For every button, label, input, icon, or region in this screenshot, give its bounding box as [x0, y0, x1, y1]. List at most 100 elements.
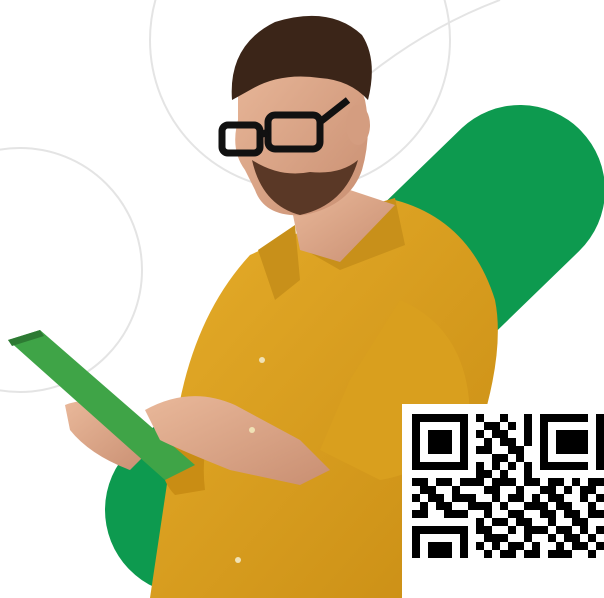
qr-module [524, 502, 532, 510]
qr-module [412, 414, 420, 422]
qr-module [564, 446, 572, 454]
qr-module [500, 518, 508, 526]
qr-module [444, 542, 452, 550]
qr-module [524, 438, 532, 446]
qr-module [564, 502, 572, 510]
qr-module [476, 518, 484, 526]
qr-module [444, 462, 452, 470]
qr-module [428, 526, 436, 534]
qr-module [556, 430, 564, 438]
qr-module [492, 462, 500, 470]
qr-module [460, 542, 468, 550]
qr-module [540, 414, 548, 422]
qr-module [548, 478, 556, 486]
qr-module [508, 526, 516, 534]
qr-module [428, 462, 436, 470]
qr-module [532, 550, 540, 558]
qr-module [484, 534, 492, 542]
qr-module [548, 510, 556, 518]
qr-module [476, 430, 484, 438]
qr-module [428, 550, 436, 558]
qr-module [476, 526, 484, 534]
qr-module [436, 526, 444, 534]
qr-module [484, 438, 492, 446]
qr-module [548, 518, 556, 526]
qr-module [564, 430, 572, 438]
qr-module [460, 414, 468, 422]
qr-module [436, 462, 444, 470]
qr-module [420, 526, 428, 534]
qr-module [436, 430, 444, 438]
qr-module [444, 438, 452, 446]
qr-module [524, 414, 532, 422]
qr-module [436, 494, 444, 502]
qr-module [524, 550, 532, 558]
qr-module [516, 518, 524, 526]
qr-module [460, 462, 468, 470]
qr-module [420, 478, 428, 486]
qr-module [444, 446, 452, 454]
qr-module [532, 478, 540, 486]
qr-module [572, 518, 580, 526]
qr-module [596, 446, 604, 454]
qr-module [572, 542, 580, 550]
qr-module [556, 494, 564, 502]
qr-module [572, 446, 580, 454]
qr-module [412, 438, 420, 446]
qr-module [412, 534, 420, 542]
qr-module [444, 430, 452, 438]
qr-module [548, 486, 556, 494]
qr-module [412, 454, 420, 462]
qr-module [452, 486, 460, 494]
qr-module [564, 550, 572, 558]
qr-module [508, 438, 516, 446]
qr-module [532, 494, 540, 502]
qr-module [476, 462, 484, 470]
qr-module [412, 422, 420, 430]
qr-module [444, 526, 452, 534]
qr-module [460, 550, 468, 558]
qr-module [500, 534, 508, 542]
qr-module [420, 502, 428, 510]
qr-module [412, 462, 420, 470]
qr-module [556, 526, 564, 534]
qr-module [492, 534, 500, 542]
qr-module [572, 534, 580, 542]
qr-module [492, 422, 500, 430]
qr-module [572, 510, 580, 518]
qr-module [428, 438, 436, 446]
qr-module [500, 470, 508, 478]
qr-module [476, 542, 484, 550]
qr-module [564, 486, 572, 494]
qr-module [548, 534, 556, 542]
qr-module [540, 438, 548, 446]
ear [346, 105, 370, 145]
qr-module [452, 526, 460, 534]
qr-module [500, 478, 508, 486]
qr-module [476, 414, 484, 422]
qr-module [460, 494, 468, 502]
qr-module [564, 534, 572, 542]
qr-module [596, 462, 604, 470]
decorative-arc-top-right [349, 0, 501, 91]
qr-module [500, 550, 508, 558]
qr-module [428, 446, 436, 454]
qr-module [500, 502, 508, 510]
qr-module [588, 486, 596, 494]
qr-module [540, 422, 548, 430]
qr-module [492, 486, 500, 494]
qr-module [516, 446, 524, 454]
qr-module [412, 478, 420, 486]
qr-module [580, 486, 588, 494]
qr-module [444, 550, 452, 558]
qr-module [436, 438, 444, 446]
qr-module [476, 446, 484, 454]
qr-module [524, 462, 532, 470]
qr-module [492, 542, 500, 550]
qr-module [436, 542, 444, 550]
qr-module [492, 454, 500, 462]
qr-module [596, 422, 604, 430]
qr-module [412, 550, 420, 558]
qr-module [492, 518, 500, 526]
qr-module [532, 542, 540, 550]
